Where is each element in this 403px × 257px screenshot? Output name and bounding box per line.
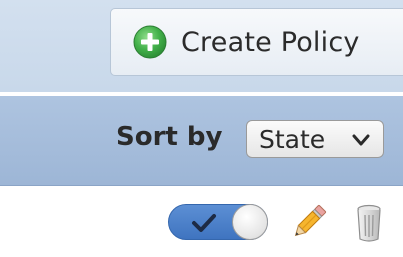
trash-icon[interactable] [355, 203, 383, 243]
toggle-knob [232, 204, 268, 240]
create-policy-label: Create Policy [181, 26, 360, 58]
check-icon [192, 214, 216, 232]
state-toggle[interactable] [168, 204, 268, 240]
policy-panel: Create Policy Sort by State [0, 0, 403, 257]
chevron-down-icon [352, 134, 370, 146]
plus-circle-icon [133, 25, 167, 59]
sort-select-value: State [259, 124, 326, 154]
sort-by-label: Sort by [116, 122, 223, 152]
pencil-icon[interactable] [288, 201, 330, 243]
sort-select[interactable]: State [246, 120, 384, 158]
toolbar: Create Policy [0, 0, 403, 92]
create-policy-button[interactable]: Create Policy [110, 8, 403, 76]
